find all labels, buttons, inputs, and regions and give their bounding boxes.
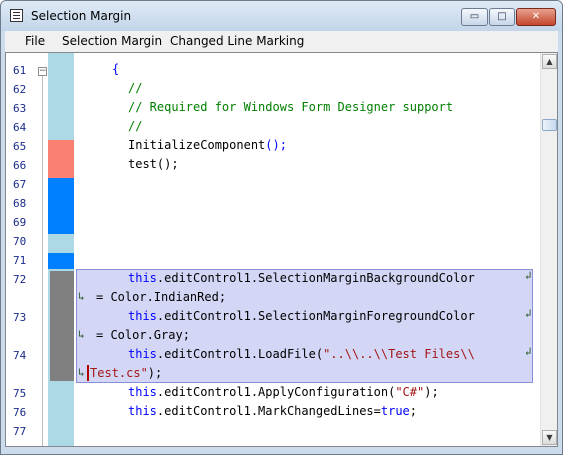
code-token: (); (265, 138, 287, 152)
code-token: this (128, 309, 157, 323)
code-token: this (128, 404, 157, 418)
code-token: ); (147, 366, 163, 380)
code-line: { (112, 62, 119, 76)
line-number: 70 (13, 235, 27, 248)
code-token: "..\\..\\Test Files\\ (323, 347, 475, 361)
line-number: 67 (13, 178, 27, 191)
code-token: .editControl1.MarkChangedLines= (156, 404, 381, 418)
close-button[interactable]: ✕ (516, 8, 556, 26)
menu-bar: File Selection Margin Changed Line Marki… (5, 31, 558, 53)
saved-line-mark (48, 253, 74, 269)
code-line: // Required for Windows Form Designer su… (128, 100, 454, 114)
window-title: Selection Margin (31, 9, 132, 23)
code-token: ; (409, 404, 418, 418)
saved-line-mark (48, 178, 74, 234)
fold-guide-line (42, 76, 43, 446)
line-number: 72 (13, 273, 27, 286)
word-wrap-end-icon: ↲ (525, 269, 532, 282)
code-line: this.editControl1.LoadFile("..\\..\\Test… (128, 347, 475, 361)
code-token: "C#" (395, 385, 425, 399)
code-token: .editControl1.SelectionMarginBackgroundC… (156, 271, 475, 285)
code-token: .editControl1.ApplyConfiguration( (156, 385, 396, 399)
title-bar[interactable]: Selection Margin ▭ □ ✕ (1, 1, 562, 31)
menu-selection-margin[interactable]: Selection Margin (62, 34, 162, 48)
line-number: 76 (13, 406, 27, 419)
line-number: 64 (13, 121, 27, 134)
scroll-up-arrow-icon[interactable]: ▲ (542, 54, 557, 69)
code-token: .editControl1.LoadFile( (156, 347, 324, 361)
code-line: test(); (128, 157, 179, 171)
code-line: this.editControl1.MarkChangedLines=true; (128, 404, 417, 418)
code-line: // (128, 81, 143, 95)
code-token: .editControl1.SelectionMarginForegroundC… (156, 309, 475, 323)
collapse-icon[interactable]: − (38, 67, 47, 76)
code-line: = Color.IndianRed; (96, 290, 227, 304)
code-token: true (380, 404, 410, 418)
menu-file[interactable]: File (25, 34, 45, 48)
code-line: this.editControl1.SelectionMarginForegro… (128, 309, 475, 323)
word-wrap-end-icon: ↲ (525, 307, 532, 320)
line-number: 71 (13, 254, 27, 267)
code-token: Test.cs" (90, 366, 148, 380)
code-line: // (128, 119, 143, 133)
word-wrap-start-icon: ↳ (78, 366, 85, 379)
code-line: InitializeComponent(); (128, 138, 287, 152)
vertical-scrollbar[interactable]: ▲ ▼ (540, 53, 557, 446)
minimize-button[interactable]: ▭ (461, 8, 488, 26)
selected-line-margin-mark (50, 271, 74, 381)
scrollbar-thumb[interactable] (542, 119, 557, 131)
code-line: this.editControl1.ApplyConfiguration("C#… (128, 385, 439, 399)
line-number: 74 (13, 349, 27, 362)
line-number: 66 (13, 159, 27, 172)
line-number: 65 (13, 140, 27, 153)
code-token: InitializeComponent (128, 138, 266, 152)
line-number: 68 (13, 197, 27, 210)
menu-changed-line-marking[interactable]: Changed Line Marking (170, 34, 304, 48)
maximize-button[interactable]: □ (489, 8, 515, 26)
code-token: { (112, 62, 120, 76)
code-token: this (128, 385, 157, 399)
code-token: this (128, 271, 157, 285)
word-wrap-end-icon: ↲ (525, 345, 532, 358)
line-number: 69 (13, 216, 27, 229)
app-window: Selection Margin ▭ □ ✕ File Selection Ma… (0, 0, 563, 455)
line-number: 75 (13, 387, 27, 400)
scroll-down-arrow-icon[interactable]: ▼ (542, 430, 557, 445)
selection-margin[interactable] (48, 53, 74, 446)
word-wrap-start-icon: ↳ (78, 328, 85, 341)
code-token: ); (424, 385, 439, 399)
app-icon (10, 9, 23, 22)
text-caret (87, 365, 89, 381)
line-number: 63 (13, 102, 27, 115)
code-line: = Color.Gray; (96, 328, 190, 342)
line-number: 73 (13, 311, 27, 324)
line-number: 62 (13, 83, 27, 96)
line-number: 61 (13, 64, 27, 77)
code-editor[interactable]: − 61 62 63 64 65 66 67 68 69 70 71 72 73… (5, 52, 558, 447)
word-wrap-start-icon: ↳ (78, 290, 85, 303)
changed-line-mark (48, 140, 74, 178)
code-line: this.editControl1.SelectionMarginBackgro… (128, 271, 475, 285)
line-number: 77 (13, 425, 27, 438)
code-token: this (128, 347, 157, 361)
code-line: Test.cs"); (90, 366, 162, 380)
